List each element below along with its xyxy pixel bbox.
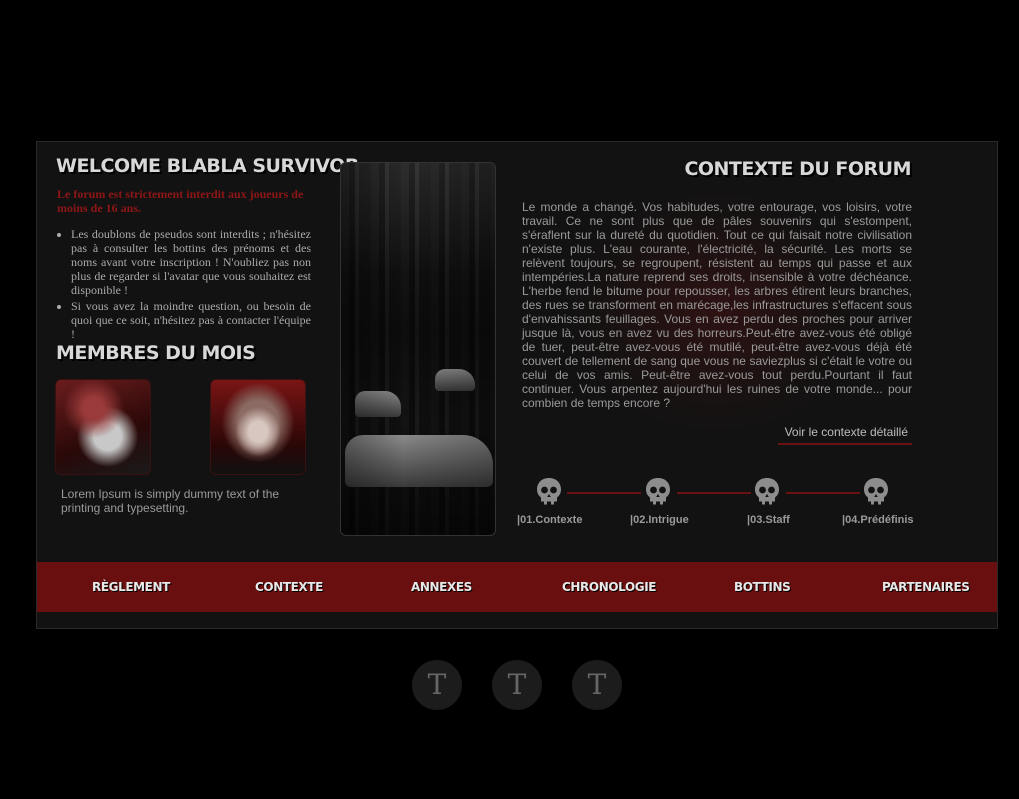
timeline-label-intrigue[interactable]: |02.Intrigue xyxy=(630,514,689,526)
context-text: Le monde a changé. Vos habitudes, votre … xyxy=(522,200,912,410)
main-nav: RÈGLEMENT CONTEXTE ANNEXES CHRONOLOGIE B… xyxy=(37,562,997,612)
context-title: CONTEXTE DU FORUM xyxy=(684,158,911,180)
rules-list: Les doublons de pseudos sont interdits ;… xyxy=(47,227,311,343)
forum-panel: WELCOME BLABLA SURVIVOR Le forum est str… xyxy=(36,141,998,629)
nav-item-reglement[interactable]: RÈGLEMENT xyxy=(92,562,170,612)
timeline-label-predefinis[interactable]: |04.Prédéfinis xyxy=(842,514,914,526)
social-button[interactable]: T xyxy=(412,660,462,710)
age-warning: Le forum est strictement interdit aux jo… xyxy=(57,187,304,215)
members-description: Lorem Ipsum is simply dummy text of the … xyxy=(61,487,280,515)
social-button[interactable]: T xyxy=(572,660,622,710)
ruined-city-image xyxy=(340,162,496,536)
nav-item-partenaires[interactable]: PARTENAIRES xyxy=(882,562,970,612)
timeline-label-staff[interactable]: |03.Staff xyxy=(747,514,790,526)
skull-icon[interactable] xyxy=(753,477,781,507)
nav-item-chronologie[interactable]: CHRONOLOGIE xyxy=(562,562,656,612)
skull-icon[interactable] xyxy=(644,477,672,507)
member-avatar[interactable] xyxy=(210,379,306,475)
skull-icon[interactable] xyxy=(862,477,890,507)
welcome-title: WELCOME BLABLA SURVIVOR xyxy=(56,155,360,177)
timeline: |01.Contexte |02.Intrigue |03.Staff |04.… xyxy=(507,475,927,535)
nav-item-annexes[interactable]: ANNEXES xyxy=(411,562,472,612)
rule-item: Les doublons de pseudos sont interdits ;… xyxy=(71,227,311,297)
social-button[interactable]: T xyxy=(492,660,542,710)
nav-item-contexte[interactable]: CONTEXTE xyxy=(255,562,323,612)
rule-item: Si vous avez la moindre question, ou bes… xyxy=(71,299,311,341)
timeline-label-contexte[interactable]: |01.Contexte xyxy=(517,514,582,526)
member-avatar[interactable] xyxy=(55,379,151,475)
nav-item-bottins[interactable]: BOTTINS xyxy=(734,562,791,612)
members-title: MEMBRES DU MOIS xyxy=(56,342,256,364)
context-detail-link[interactable]: Voir le contexte détaillé xyxy=(778,425,912,445)
skull-icon[interactable] xyxy=(535,477,563,507)
